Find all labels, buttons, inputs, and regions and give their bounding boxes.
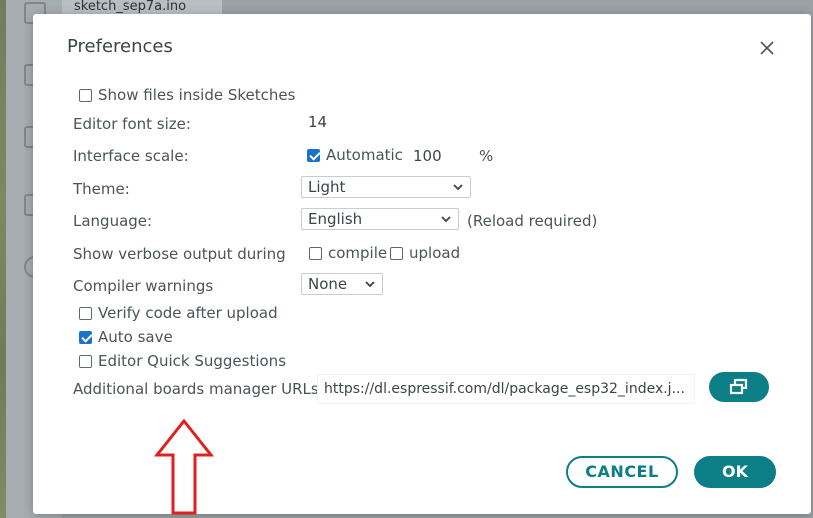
quick-suggestions-row[interactable]: Editor Quick Suggestions — [79, 352, 286, 370]
verbose-upload-row[interactable]: upload — [390, 244, 460, 262]
scale-unit: % — [479, 147, 494, 165]
boards-urls-label: Additional boards manager URLs: — [73, 380, 324, 398]
verify-upload-label: Verify code after upload — [98, 304, 278, 322]
auto-save-row[interactable]: Auto save — [79, 328, 173, 346]
verbose-upload-label: upload — [409, 244, 461, 262]
close-button[interactable] — [757, 38, 777, 58]
verify-upload-checkbox[interactable] — [79, 306, 92, 320]
annotation-arrow-icon — [153, 419, 215, 515]
language-label: Language: — [73, 212, 153, 230]
interface-scale-input[interactable]: 100 — [406, 141, 474, 171]
show-files-label: Show files inside Sketches — [98, 86, 296, 104]
verbose-upload-checkbox[interactable] — [390, 246, 403, 260]
compiler-warnings-select[interactable]: None — [301, 273, 383, 295]
language-select[interactable]: English — [301, 208, 459, 230]
compiler-warnings-value: None — [308, 275, 348, 293]
verbose-label: Show verbose output during — [73, 245, 286, 263]
font-size-label: Editor font size: — [73, 115, 191, 133]
compiler-warnings-label: Compiler warnings — [73, 277, 214, 295]
chevron-down-icon — [453, 184, 463, 191]
quick-suggestions-label: Editor Quick Suggestions — [98, 352, 287, 370]
automatic-scale-label: Automatic — [326, 146, 403, 164]
preferences-dialog: Preferences Show files inside Sketches E… — [33, 14, 811, 515]
expand-window-icon — [729, 378, 748, 395]
open-urls-editor-button[interactable] — [709, 372, 769, 402]
show-files-checkbox[interactable] — [79, 88, 92, 102]
dialog-title: Preferences — [67, 36, 173, 57]
font-size-input[interactable]: 14 — [301, 107, 373, 137]
verbose-compile-row[interactable]: compile — [309, 244, 387, 262]
chevron-down-icon — [365, 281, 375, 288]
verify-upload-row[interactable]: Verify code after upload — [79, 304, 278, 322]
close-icon — [760, 41, 774, 55]
reload-required-note: (Reload required) — [467, 212, 598, 230]
verbose-compile-label: compile — [328, 244, 388, 262]
auto-save-label: Auto save — [98, 328, 173, 346]
language-select-value: English — [308, 210, 363, 228]
chevron-down-icon — [441, 216, 451, 223]
cancel-button[interactable]: CANCEL — [566, 456, 678, 488]
ok-button[interactable]: OK — [694, 456, 776, 488]
theme-select[interactable]: Light — [301, 176, 471, 198]
interface-scale-label: Interface scale: — [73, 147, 189, 165]
quick-suggestions-checkbox[interactable] — [79, 354, 92, 368]
automatic-scale-row[interactable]: Automatic — [307, 146, 403, 164]
automatic-scale-checkbox[interactable] — [307, 148, 320, 162]
theme-select-value: Light — [308, 178, 346, 196]
boards-urls-input[interactable]: https://dl.espressif.com/dl/package_esp3… — [317, 374, 695, 404]
verbose-compile-checkbox[interactable] — [309, 246, 322, 260]
auto-save-checkbox[interactable] — [79, 330, 92, 344]
theme-label: Theme: — [73, 180, 130, 198]
show-files-row[interactable]: Show files inside Sketches — [79, 86, 295, 104]
